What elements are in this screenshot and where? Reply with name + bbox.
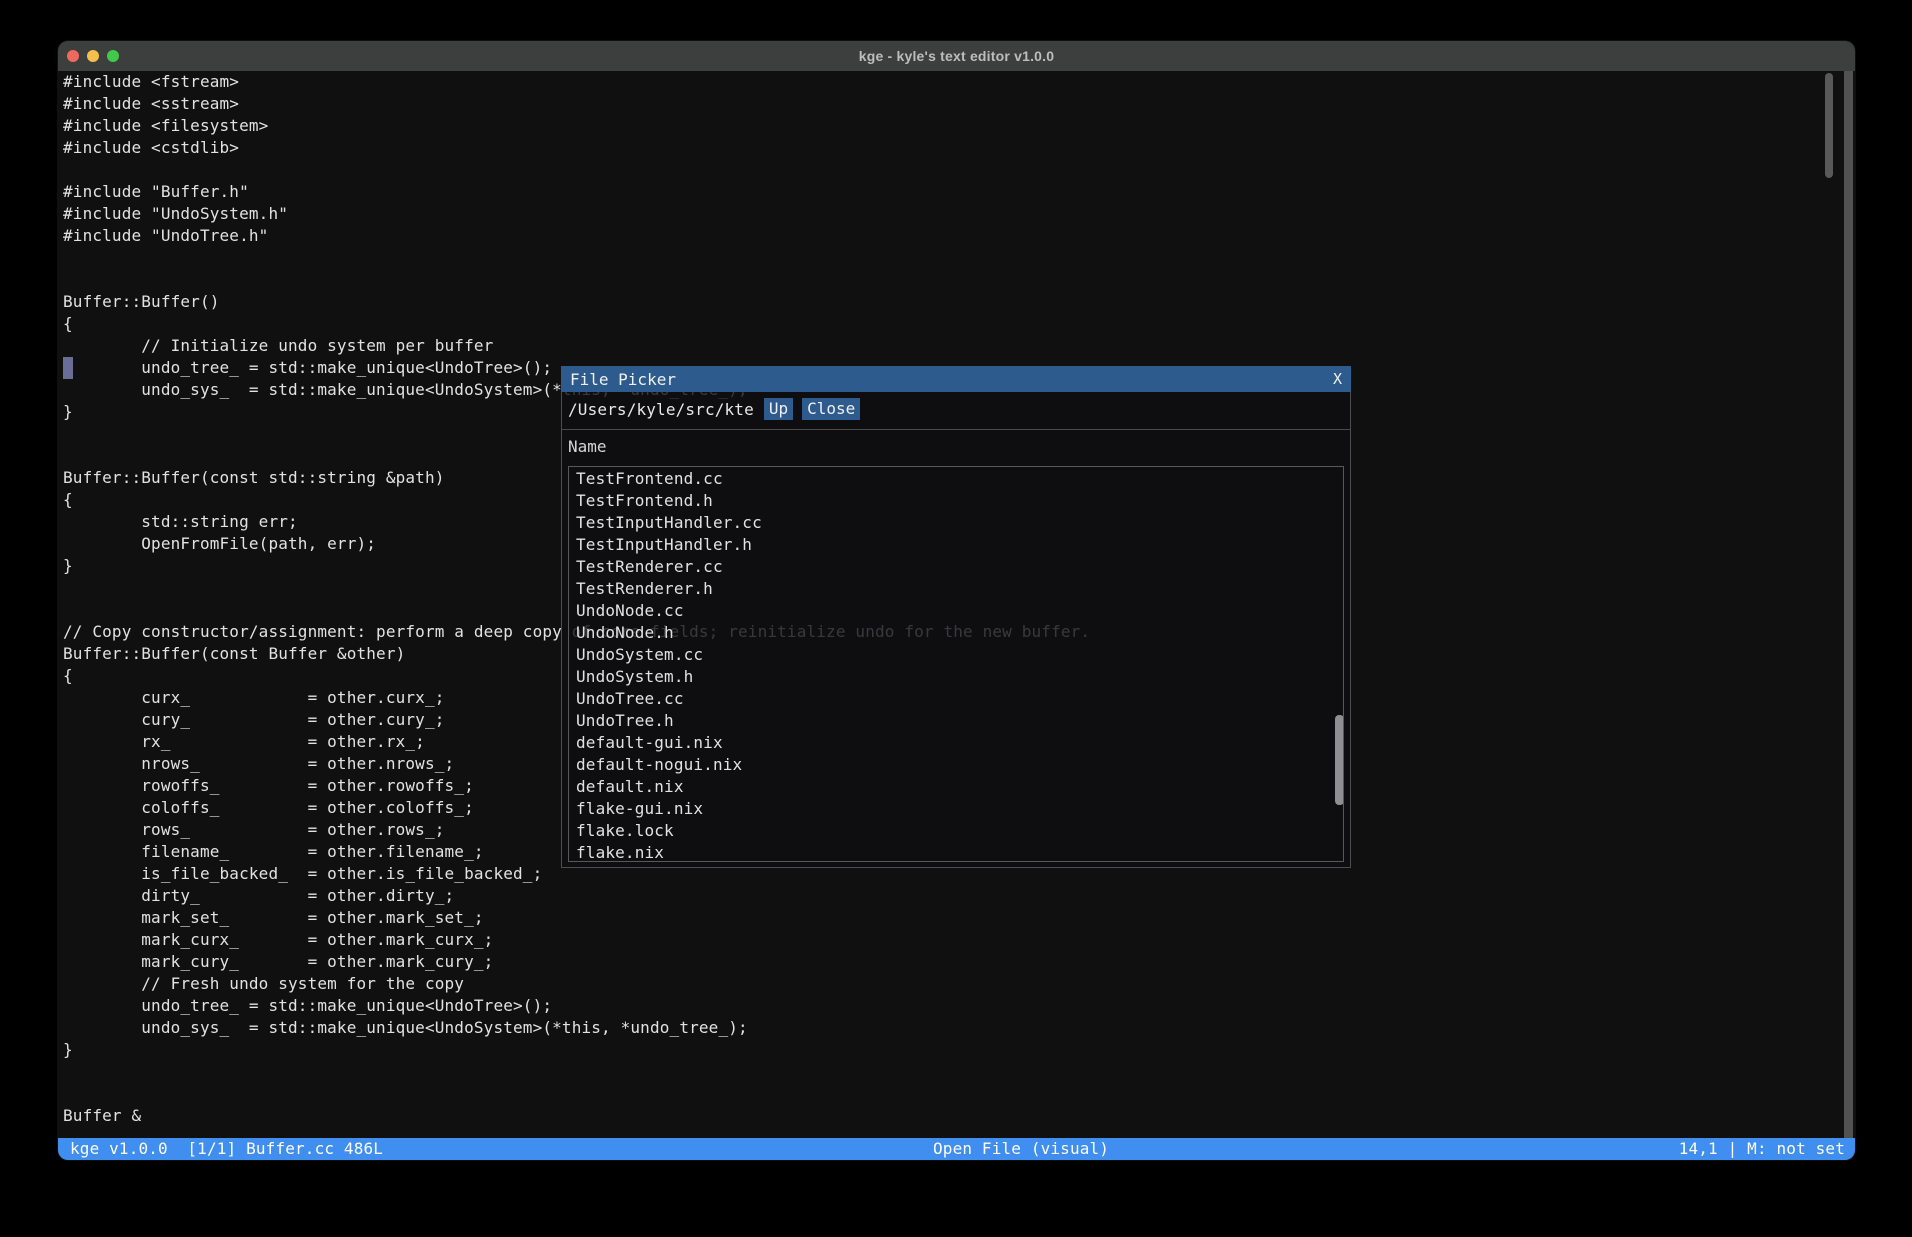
- file-row[interactable]: TestFrontend.h: [569, 490, 1343, 512]
- file-row[interactable]: TestRenderer.h: [569, 578, 1343, 600]
- code-line[interactable]: undo_tree_ = std::make_unique<UndoTree>(…: [63, 995, 1090, 1017]
- code-line[interactable]: #include <sstream>: [63, 93, 1090, 115]
- desktop: { "window": { "title": "kge - kyle's tex…: [0, 0, 1912, 1237]
- code-line[interactable]: undo_sys_ = std::make_unique<UndoSystem>…: [63, 1017, 1090, 1039]
- zoom-window-button[interactable]: [107, 50, 119, 62]
- editor-scrollbar-thumb[interactable]: [1825, 73, 1833, 178]
- dialog-close-icon[interactable]: X: [1333, 370, 1342, 388]
- code-line[interactable]: mark_set_ = other.mark_set_;: [63, 907, 1090, 929]
- editor-scrollbar-track[interactable]: [1844, 71, 1853, 1138]
- text-cursor: [63, 357, 73, 379]
- file-list-scrollbar-thumb[interactable]: [1335, 715, 1344, 805]
- status-bar: kge v1.0.0 [1/1] Buffer.cc 486L Open Fil…: [58, 1138, 1855, 1160]
- file-row[interactable]: default-gui.nix: [569, 732, 1343, 754]
- path-row: /Users/kyle/src/kte Up Close: [568, 398, 860, 420]
- path-separator: [562, 429, 1350, 430]
- file-row[interactable]: UndoNode.cc: [569, 600, 1343, 622]
- file-row[interactable]: TestFrontend.cc: [569, 468, 1343, 490]
- file-row[interactable]: TestInputHandler.cc: [569, 512, 1343, 534]
- code-line[interactable]: {: [63, 313, 1090, 335]
- code-line[interactable]: [63, 159, 1090, 181]
- code-line[interactable]: #include <filesystem>: [63, 115, 1090, 137]
- code-line[interactable]: #include "UndoTree.h": [63, 225, 1090, 247]
- app-window: #include <fstream>#include <sstream>#inc…: [58, 41, 1855, 1160]
- code-line[interactable]: }: [63, 1039, 1090, 1061]
- code-line[interactable]: #include <fstream>: [63, 71, 1090, 93]
- file-list[interactable]: TestFrontend.ccTestFrontend.hTestInputHa…: [568, 466, 1344, 862]
- file-row[interactable]: UndoTree.cc: [569, 688, 1343, 710]
- code-line[interactable]: mark_cury_ = other.mark_cury_;: [63, 951, 1090, 973]
- column-header-name: Name: [568, 436, 607, 458]
- traffic-lights: [58, 41, 119, 71]
- file-row[interactable]: UndoNode.h: [569, 622, 1343, 644]
- code-line[interactable]: // Fresh undo system for the copy: [63, 973, 1090, 995]
- dialog-body: /Users/kyle/src/kte Up Close Name TestFr…: [561, 392, 1351, 868]
- close-button[interactable]: Close: [802, 398, 860, 420]
- code-line[interactable]: mark_curx_ = other.mark_curx_;: [63, 929, 1090, 951]
- file-picker-dialog: File Picker X /Users/kyle/src/kte Up Clo…: [561, 366, 1351, 868]
- code-line[interactable]: [63, 269, 1090, 291]
- file-row[interactable]: flake-gui.nix: [569, 798, 1343, 820]
- file-row[interactable]: flake.lock: [569, 820, 1343, 842]
- file-row[interactable]: UndoSystem.h: [569, 666, 1343, 688]
- file-row[interactable]: default-nogui.nix: [569, 754, 1343, 776]
- up-button[interactable]: Up: [764, 398, 793, 420]
- file-row[interactable]: UndoSystem.cc: [569, 644, 1343, 666]
- status-cursor-mark: 14,1 | M: not set: [1679, 1138, 1845, 1160]
- file-rows: TestFrontend.ccTestFrontend.hTestInputHa…: [569, 468, 1343, 862]
- window-titlebar[interactable]: kge - kyle's text editor v1.0.0: [58, 41, 1855, 71]
- file-row[interactable]: default.nix: [569, 776, 1343, 798]
- close-window-button[interactable]: [67, 50, 79, 62]
- code-line[interactable]: dirty_ = other.dirty_;: [63, 885, 1090, 907]
- code-line[interactable]: #include "UndoSystem.h": [63, 203, 1090, 225]
- dialog-title: File Picker: [570, 370, 676, 389]
- status-version-file: kge v1.0.0 [1/1] Buffer.cc 486L: [70, 1138, 383, 1160]
- code-line[interactable]: Buffer &: [63, 1105, 1090, 1127]
- file-row[interactable]: TestInputHandler.h: [569, 534, 1343, 556]
- code-line[interactable]: #include "Buffer.h": [63, 181, 1090, 203]
- file-row[interactable]: flake.nix: [569, 842, 1343, 862]
- code-line[interactable]: #include <cstdlib>: [63, 137, 1090, 159]
- code-line[interactable]: Buffer::Buffer(): [63, 291, 1090, 313]
- current-path-label: /Users/kyle/src/kte: [568, 400, 754, 419]
- minimize-window-button[interactable]: [87, 50, 99, 62]
- dialog-titlebar[interactable]: File Picker X: [561, 366, 1351, 392]
- code-line[interactable]: [63, 247, 1090, 269]
- code-line[interactable]: // Initialize undo system per buffer: [63, 335, 1090, 357]
- window-title: kge - kyle's text editor v1.0.0: [859, 48, 1055, 64]
- file-row[interactable]: TestRenderer.cc: [569, 556, 1343, 578]
- code-line[interactable]: [63, 1083, 1090, 1105]
- file-row[interactable]: UndoTree.h: [569, 710, 1343, 732]
- code-line[interactable]: [63, 1061, 1090, 1083]
- status-mode: Open File (visual): [933, 1138, 1109, 1160]
